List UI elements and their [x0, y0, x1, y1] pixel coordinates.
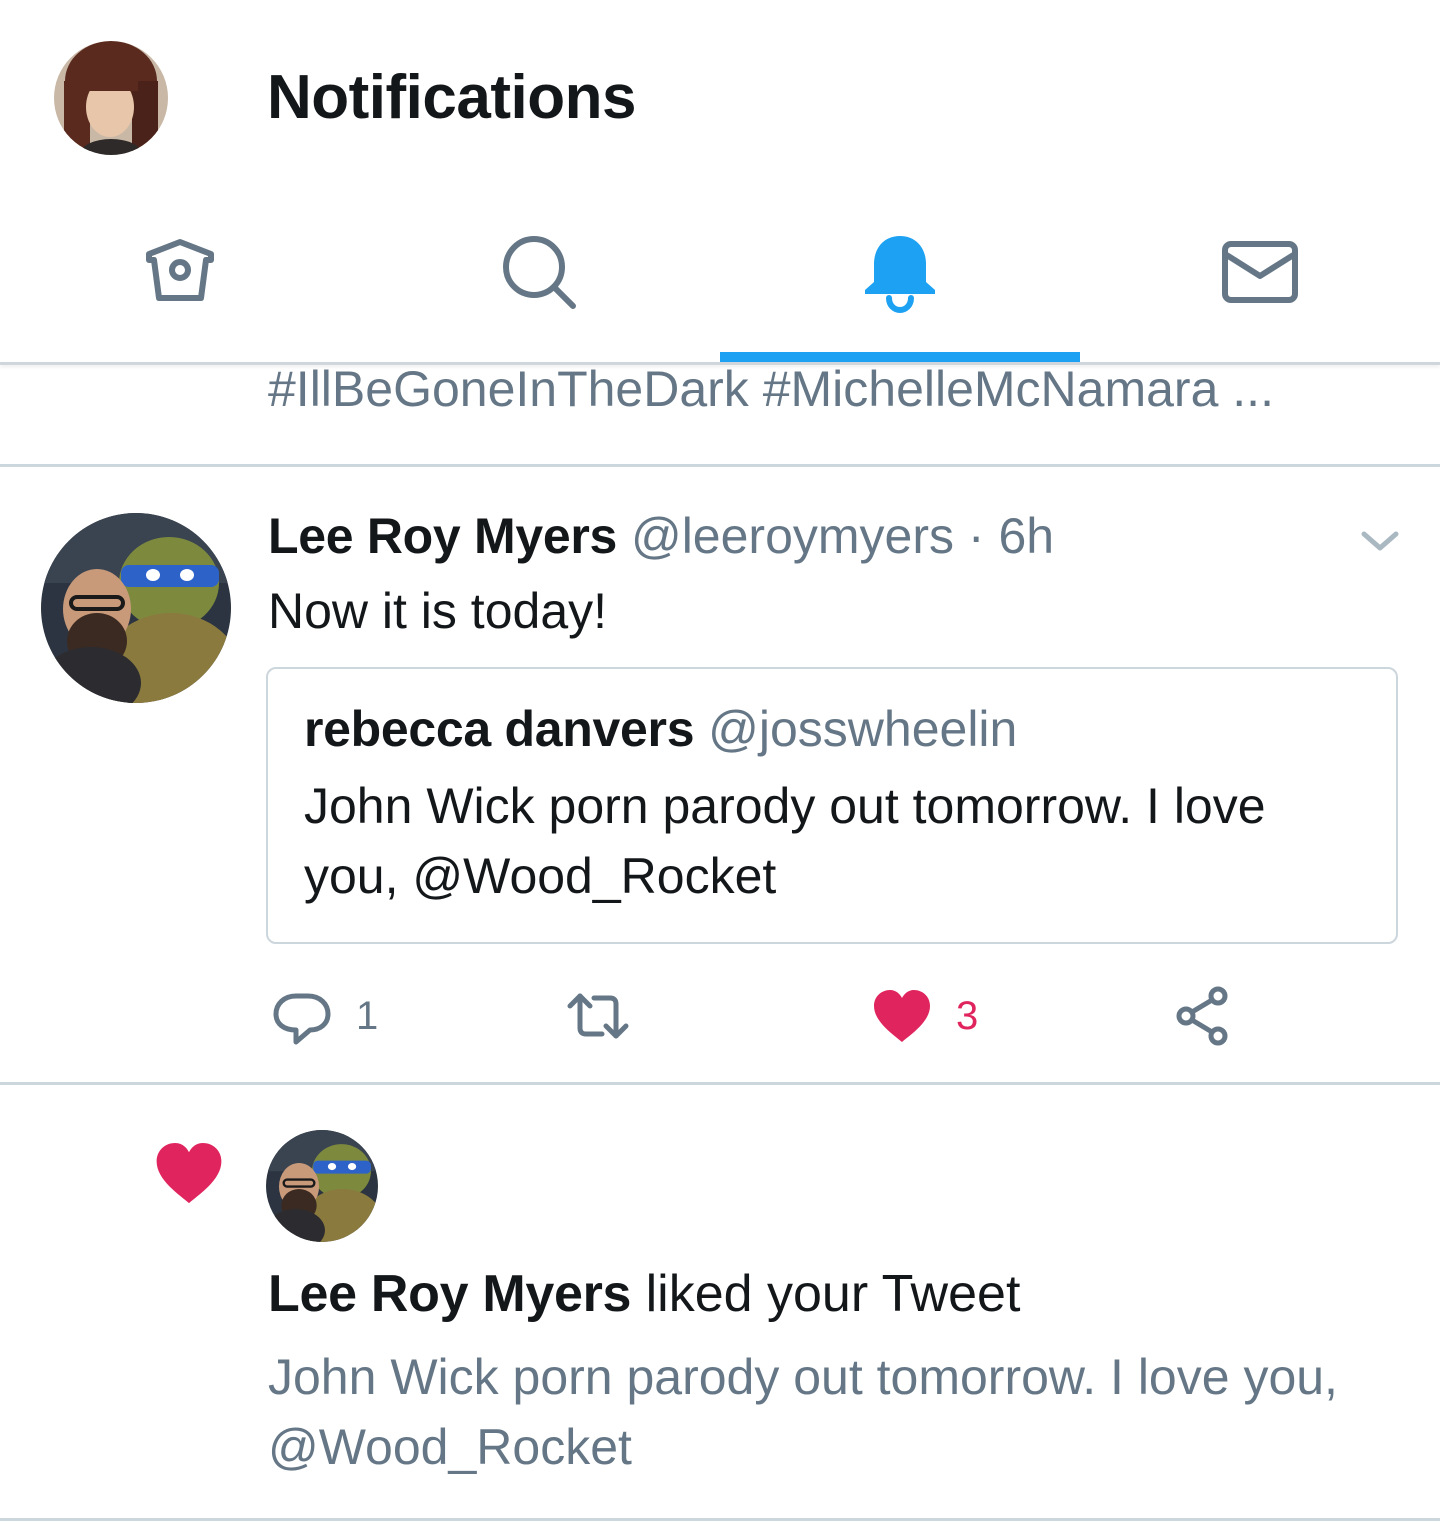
like-count: 3	[956, 993, 979, 1038]
chevron-down-icon[interactable]	[1356, 522, 1404, 558]
liker-name[interactable]: Lee Roy Myers	[268, 1265, 631, 1323]
tab-notifications[interactable]	[720, 190, 1080, 362]
quoted-author-handle: @josswheelin	[708, 701, 1018, 757]
home-icon	[146, 239, 214, 301]
liked-tweet-text[interactable]: John Wick porn parody out tomorrow. I lo…	[268, 1342, 1388, 1482]
retweet-button[interactable]	[566, 980, 630, 1052]
tweet-author-handle[interactable]: @leeroymyers	[631, 508, 954, 564]
like-action-text: liked your Tweet	[631, 1265, 1021, 1323]
list-divider	[0, 1518, 1440, 1521]
tab-search[interactable]	[360, 190, 720, 362]
top-header: Notifications	[0, 0, 1440, 190]
previous-item-hashtags[interactable]: #IllBeGoneInTheDark #MichelleMcNamara ..…	[268, 358, 1274, 420]
quoted-tweet[interactable]: rebecca danvers @josswheelin John Wick p…	[266, 667, 1398, 944]
tweet-timestamp[interactable]: 6h	[998, 508, 1054, 564]
tab-bar	[0, 190, 1440, 362]
reply-icon	[273, 993, 331, 1045]
share-button[interactable]	[1172, 980, 1236, 1052]
quoted-tweet-header: rebecca danvers @josswheelin	[304, 697, 1017, 761]
reply-count: 1	[356, 993, 379, 1038]
tweet-header: Lee Roy Myers @leeroymyers · 6h	[268, 504, 1054, 568]
like-notification-summary: Lee Roy Myers liked your Tweet	[268, 1262, 1020, 1326]
reply-button[interactable]: 1	[270, 980, 378, 1052]
profile-avatar[interactable]	[54, 41, 168, 155]
tweet-author-name[interactable]: Lee Roy Myers	[268, 508, 617, 564]
tweet-separator: ·	[967, 508, 985, 564]
list-divider	[0, 464, 1440, 467]
retweet-icon	[567, 993, 629, 1039]
heart-icon	[156, 1142, 222, 1204]
tweet-text: Now it is today!	[268, 583, 608, 639]
search-icon	[503, 236, 576, 309]
bell-icon	[865, 236, 935, 314]
tweet-actions: 1 3	[0, 980, 1440, 1052]
tab-home[interactable]	[0, 190, 360, 362]
heart-icon	[874, 990, 930, 1042]
share-icon	[1176, 986, 1228, 1046]
quoted-author-name: rebecca danvers	[304, 701, 695, 757]
liker-avatar[interactable]	[266, 1130, 378, 1242]
list-divider	[0, 1082, 1440, 1085]
page-title: Notifications	[267, 63, 636, 132]
tab-messages[interactable]	[1080, 190, 1440, 362]
like-button[interactable]: 3	[870, 980, 978, 1052]
quoted-tweet-text: John Wick porn parody out tomorrow. I lo…	[304, 778, 1266, 904]
tweet-author-avatar[interactable]	[41, 513, 231, 703]
mail-icon	[1222, 241, 1298, 303]
